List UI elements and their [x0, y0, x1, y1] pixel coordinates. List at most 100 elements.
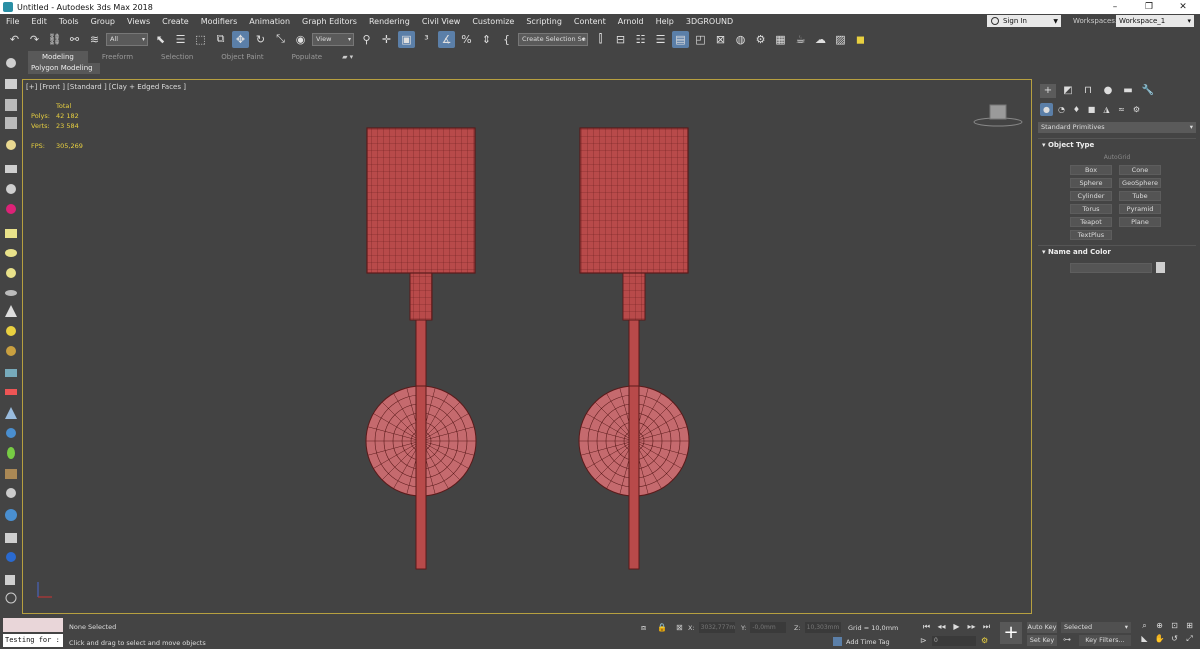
undo-icon[interactable]: ↶	[6, 31, 23, 48]
select-object-icon[interactable]: ⬉	[152, 31, 169, 48]
pyramid-button[interactable]: Pyramid	[1119, 204, 1161, 214]
plane-button[interactable]: Plane	[1119, 217, 1161, 227]
workspace-select[interactable]: Workspace_1 ▾	[1116, 15, 1194, 27]
menu-animation[interactable]: Animation	[243, 17, 296, 26]
pan-icon[interactable]: ✋	[1152, 634, 1167, 644]
add-time-tag-button[interactable]: Add Time Tag	[833, 637, 890, 646]
align-icon[interactable]: ⊟	[612, 31, 629, 48]
render-production-icon[interactable]: ☕	[792, 31, 809, 48]
isolate-selection-icon[interactable]: ⧈	[641, 623, 646, 633]
key-mode-toggle-icon[interactable]: ⊳	[920, 636, 927, 645]
space-warps-icon[interactable]: ≈	[1115, 103, 1128, 116]
maxscript-mini-listener[interactable]: Testing for :	[3, 634, 63, 647]
maximize-viewport-icon[interactable]: ⤢	[1182, 634, 1197, 644]
menu-civil-view[interactable]: Civil View	[416, 17, 467, 26]
window-crossing-icon[interactable]: ⧉	[212, 31, 229, 48]
maxscript-listener-input[interactable]	[3, 618, 63, 632]
menu-3dground[interactable]: 3DGROUND	[680, 17, 739, 26]
hierarchy-tab-icon[interactable]: ⊓	[1080, 84, 1096, 98]
geometry-icon[interactable]: ●	[1040, 103, 1053, 116]
menu-content[interactable]: Content	[568, 17, 612, 26]
pivot-center-icon[interactable]: ⚲	[358, 31, 375, 48]
render-iterative-icon[interactable]: ▨	[832, 31, 849, 48]
3dground-plugin-icon[interactable]: ◼	[852, 31, 869, 48]
next-frame-icon[interactable]: ▸▸	[964, 622, 979, 632]
material-editor-icon[interactable]: ◍	[732, 31, 749, 48]
lights-icon[interactable]: ♦	[1070, 103, 1083, 116]
autogrid-checkbox[interactable]: AutoGrid	[1038, 154, 1196, 161]
minimize-button[interactable]: –	[1098, 0, 1132, 14]
menu-rendering[interactable]: Rendering	[363, 17, 416, 26]
absolute-mode-icon[interactable]: ⊠	[676, 623, 683, 632]
select-and-move-icon[interactable]: ✥	[232, 30, 249, 48]
menu-scripting[interactable]: Scripting	[520, 17, 568, 26]
rectangular-selection-icon[interactable]: ⬚	[192, 31, 209, 48]
spinner-snap-icon[interactable]: ⇕	[478, 31, 495, 48]
menu-tools[interactable]: Tools	[53, 17, 85, 26]
select-and-scale-icon[interactable]: ⤡	[272, 31, 289, 48]
systems-icon[interactable]: ⚙	[1130, 103, 1143, 116]
menu-modifiers[interactable]: Modifiers	[195, 17, 244, 26]
select-and-rotate-icon[interactable]: ↻	[252, 31, 269, 48]
key-mode-select[interactable]: Selected ▾	[1061, 622, 1131, 633]
tab-selection[interactable]: Selection	[147, 51, 207, 63]
key-filters-button[interactable]: Key Filters...	[1079, 635, 1131, 646]
rendered-frame-window-icon[interactable]: ▦	[772, 31, 789, 48]
toggle-scene-explorer-icon[interactable]: ☷	[632, 31, 649, 48]
manipulate-icon[interactable]: ✛	[378, 31, 395, 48]
play-icon[interactable]: ▶	[949, 622, 964, 632]
curve-editor-icon[interactable]: ◰	[692, 31, 709, 48]
lamp-1-rod-front[interactable]	[415, 385, 427, 570]
set-keys-icon[interactable]: +	[1000, 622, 1022, 644]
cone-button[interactable]: Cone	[1119, 165, 1161, 175]
menu-help[interactable]: Help	[650, 17, 680, 26]
motion-tab-icon[interactable]: ●	[1100, 84, 1116, 98]
key-filter-icon[interactable]: ⊶	[1063, 635, 1071, 644]
orbit-icon[interactable]: ↺	[1167, 634, 1182, 644]
menu-group[interactable]: Group	[85, 17, 121, 26]
keyboard-shortcut-override-icon[interactable]: ▣	[398, 30, 415, 48]
helpers-icon[interactable]: ◮	[1100, 103, 1113, 116]
y-value-field[interactable]: -0,0mm	[750, 622, 787, 633]
select-by-name-icon[interactable]: ☰	[172, 31, 189, 48]
primitive-type-select[interactable]: Standard Primitives ▾	[1038, 122, 1196, 133]
toggle-layer-explorer-icon[interactable]: ☰	[652, 31, 669, 48]
select-and-place-icon[interactable]: ◉	[292, 31, 309, 48]
go-to-end-icon[interactable]: ⏭	[979, 622, 994, 632]
zoom-icon[interactable]: ⌕	[1137, 621, 1152, 631]
zoom-extents-icon[interactable]: ⊡	[1167, 621, 1182, 631]
maximize-button[interactable]: ❐	[1132, 0, 1166, 14]
sphere-button[interactable]: Sphere	[1070, 178, 1112, 188]
zoom-all-icon[interactable]: ⊕	[1152, 621, 1167, 631]
z-value-field[interactable]: 10,303mm	[804, 622, 841, 633]
unlink-icon[interactable]: ⚯	[66, 31, 83, 48]
tab-modeling[interactable]: Modeling	[28, 51, 88, 63]
tab-object-paint[interactable]: Object Paint	[207, 51, 277, 63]
edit-named-selection-icon[interactable]: {	[498, 31, 515, 48]
menu-arnold[interactable]: Arnold	[612, 17, 650, 26]
selection-filter-select[interactable]: All ▾	[106, 32, 148, 46]
field-of-view-icon[interactable]: ◣	[1137, 634, 1152, 644]
rollout-object-type-header[interactable]: ▾ Object Type	[1038, 139, 1196, 151]
selection-lock-icon[interactable]: 🔒	[657, 623, 667, 632]
toggle-ribbon-icon[interactable]: ▤	[672, 30, 689, 48]
time-configuration-icon[interactable]: ⚙	[981, 636, 988, 645]
x-value-field[interactable]: 3032,777m	[698, 622, 735, 633]
named-selection-select[interactable]: Create Selection Se ▾	[518, 32, 588, 46]
lamp-2-socket-wire[interactable]	[623, 272, 645, 320]
redo-icon[interactable]: ↷	[26, 31, 43, 48]
lamp-2-rod-front[interactable]	[628, 385, 640, 570]
auto-key-button[interactable]: Auto Key	[1027, 622, 1057, 633]
menu-create[interactable]: Create	[156, 17, 195, 26]
schematic-view-icon[interactable]: ⊠	[712, 31, 729, 48]
lamp-1-socket-wire[interactable]	[410, 272, 432, 320]
viewport-front[interactable]: [+] [Front ] [Standard ] [Clay + Edged F…	[22, 79, 1032, 614]
menu-views[interactable]: Views	[121, 17, 156, 26]
snaps-toggle-icon[interactable]: ³	[418, 31, 435, 48]
percent-snap-icon[interactable]: %	[458, 31, 475, 48]
torus-button[interactable]: Torus	[1070, 204, 1112, 214]
cameras-icon[interactable]: ■	[1085, 103, 1098, 116]
sign-in-button[interactable]: Sign In ▼	[987, 15, 1061, 27]
object-name-field[interactable]	[1070, 263, 1152, 273]
ribbon-options-icon[interactable]: ▰ ▾	[342, 53, 353, 61]
